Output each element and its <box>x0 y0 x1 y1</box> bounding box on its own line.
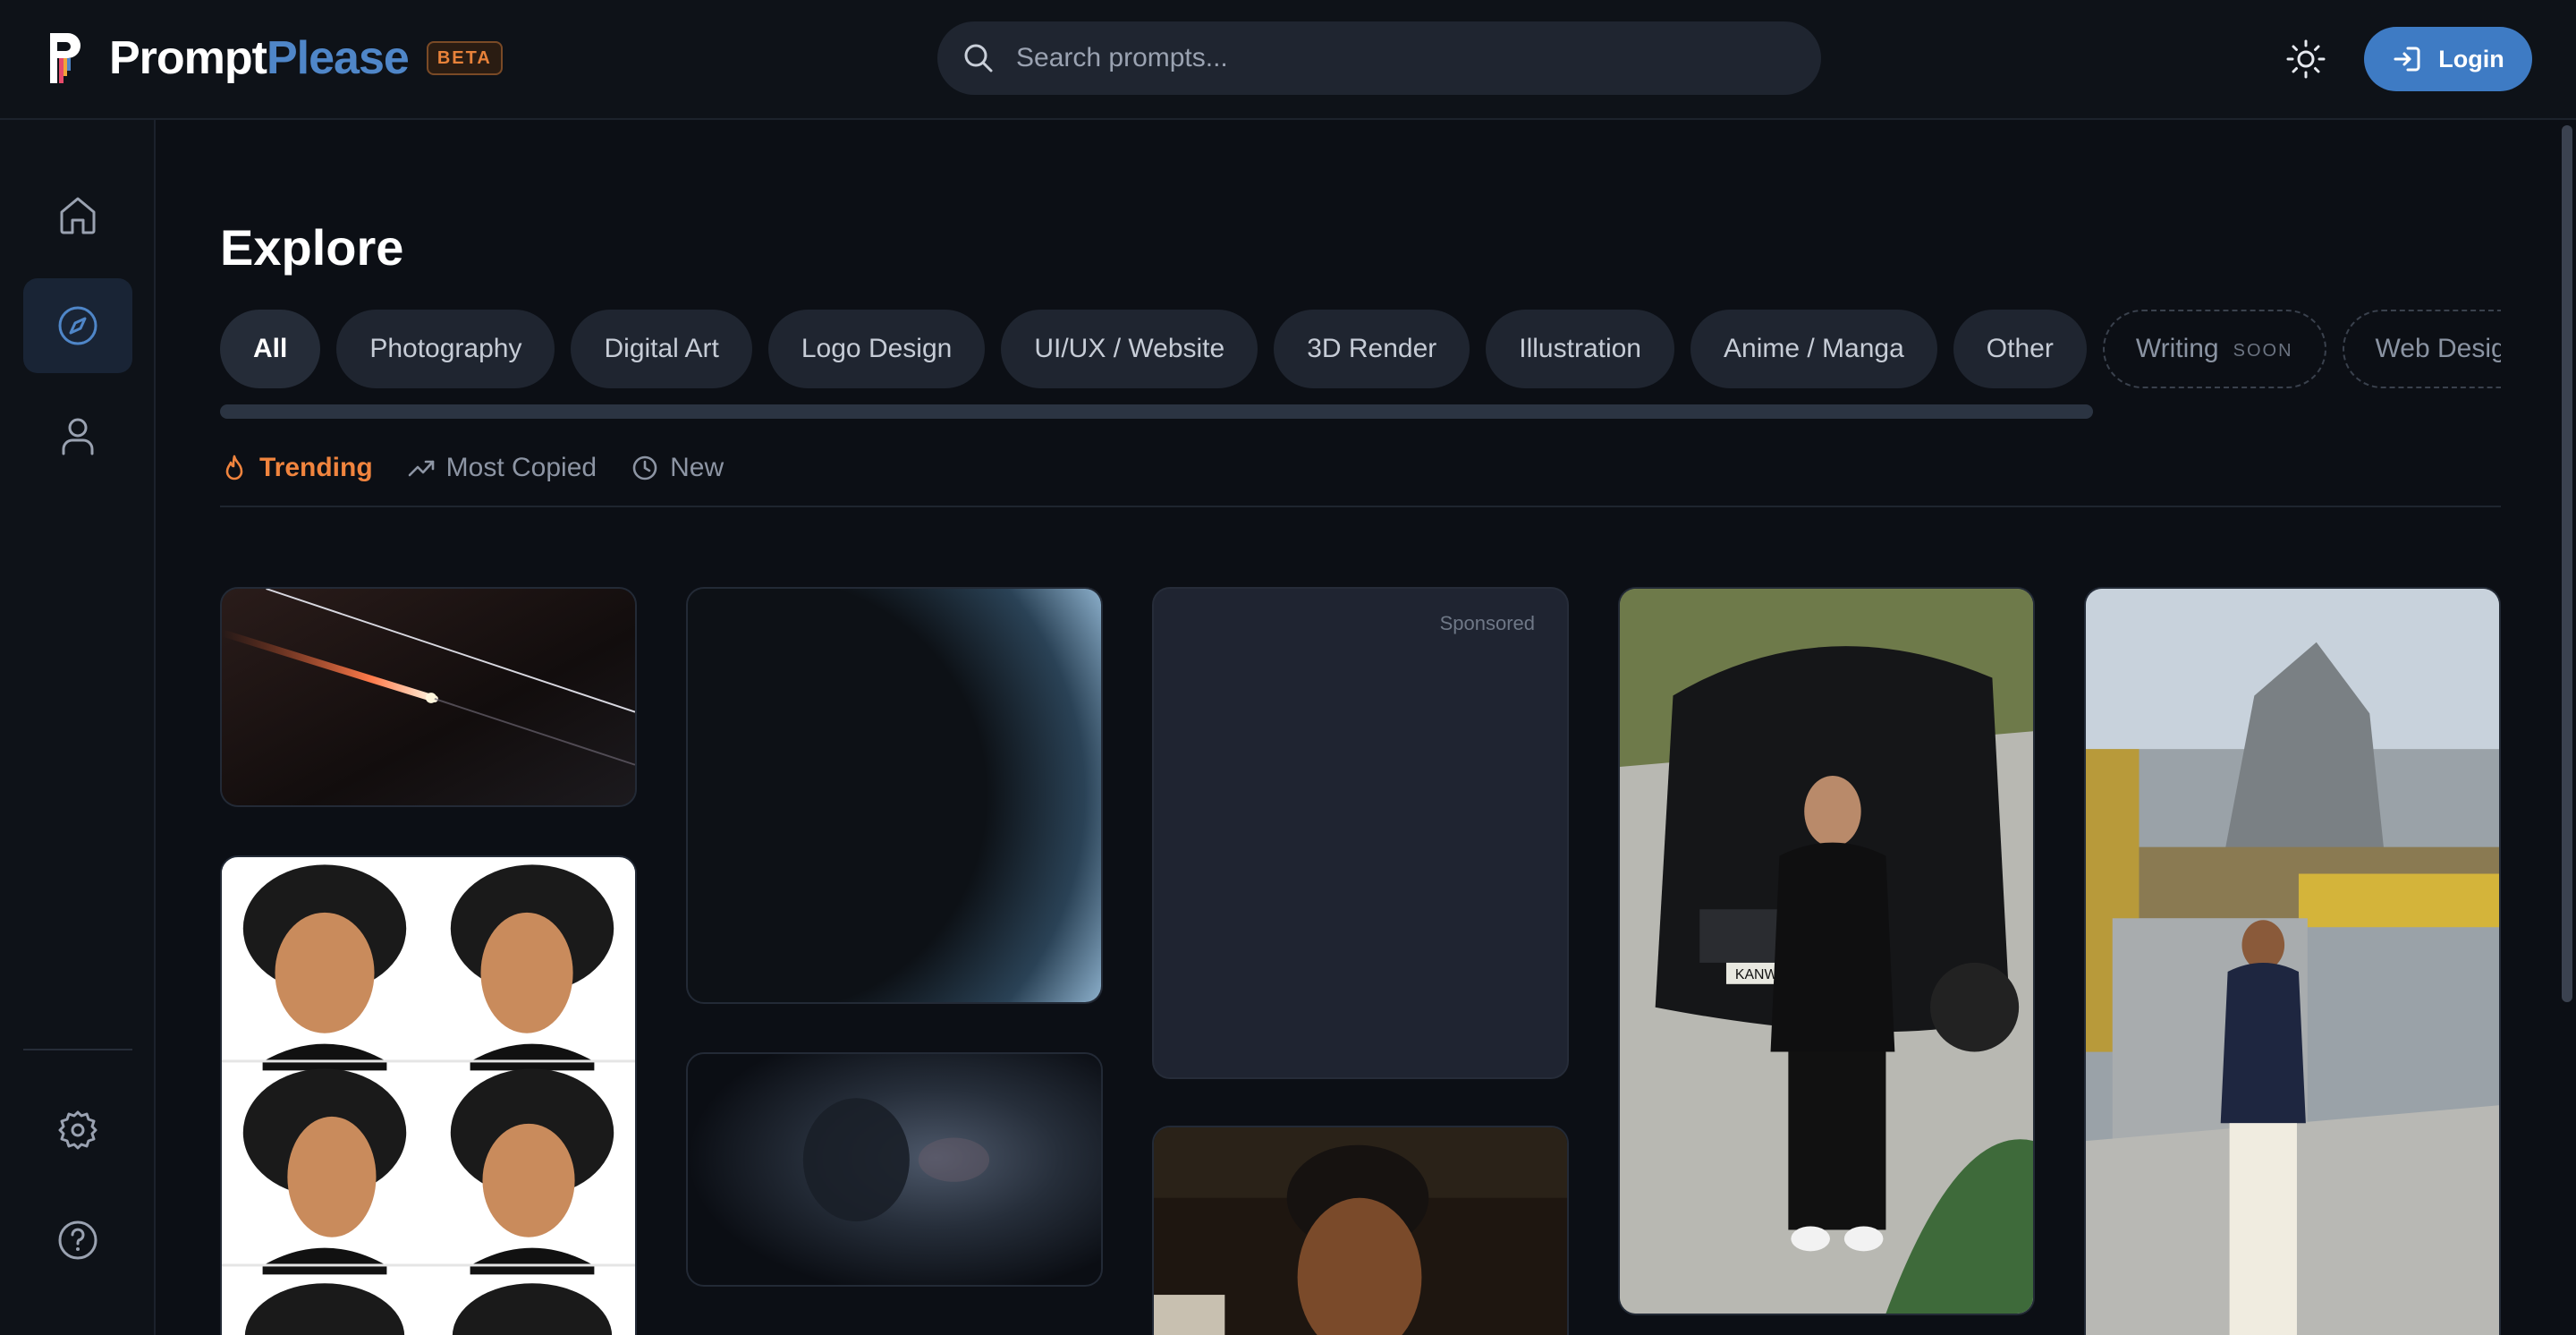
card-image <box>2086 589 2499 1335</box>
category-chip-photography[interactable]: Photography <box>336 310 555 388</box>
sponsored-label: Sponsored <box>1439 612 1535 634</box>
card-image: KANWALIYA <box>1620 589 2033 1314</box>
sidebar-item-home[interactable] <box>23 168 132 263</box>
prompt-card-dark-smoke[interactable] <box>686 1052 1103 1287</box>
login-icon <box>2394 47 2420 72</box>
help-icon <box>58 1220 97 1260</box>
card-image <box>688 1054 1101 1285</box>
category-chip-3d-render[interactable]: 3D Render <box>1274 310 1470 388</box>
search-icon <box>964 44 993 72</box>
theme-toggle-sun-icon[interactable] <box>2286 39 2326 79</box>
category-chip-writing[interactable]: Writing SOON <box>2102 310 2326 388</box>
category-chip-ui-ux-website[interactable]: UI/UX / Website <box>1001 310 1258 388</box>
sort-tab-new[interactable]: New <box>631 453 724 483</box>
user-icon <box>62 418 94 455</box>
prompt-card-character-sheet[interactable] <box>220 855 637 1335</box>
sidebar-item-profile[interactable] <box>23 388 132 483</box>
sort-tab-trending[interactable]: Trending <box>220 453 373 483</box>
card-image <box>222 589 635 805</box>
sidebar-divider <box>23 1049 132 1050</box>
gear-icon <box>58 1110 97 1150</box>
category-chip-web-design[interactable]: Web Design <box>2342 310 2501 388</box>
prompt-card-light-streak[interactable] <box>220 587 637 807</box>
search-input[interactable] <box>1016 43 1785 73</box>
category-scrollbar[interactable] <box>220 404 2093 419</box>
login-button[interactable]: Login <box>2364 27 2532 91</box>
category-chip-illustration[interactable]: Illustration <box>1486 310 1674 388</box>
trending-up-icon <box>408 460 434 477</box>
compass-icon <box>58 306 97 345</box>
login-label: Login <box>2438 45 2504 72</box>
logo-mark-icon <box>50 33 80 83</box>
sidebar-item-explore[interactable] <box>23 278 132 373</box>
sort-divider <box>220 506 2501 507</box>
prompt-card-portrait[interactable] <box>1152 1126 1569 1335</box>
sidebar-item-settings[interactable] <box>23 1083 132 1178</box>
sort-tabs: Trending Most Copied New <box>220 453 724 483</box>
category-chip-logo-design[interactable]: Logo Design <box>767 310 986 388</box>
sidebar-item-help[interactable] <box>23 1193 132 1288</box>
prompt-card-blue-gradient[interactable] <box>686 587 1103 1004</box>
category-chip-other[interactable]: Other <box>1953 310 2087 388</box>
sponsored-card[interactable]: Sponsored <box>1152 587 1569 1079</box>
soon-badge: SOON <box>2233 340 2293 361</box>
home-icon <box>60 197 96 234</box>
category-chips: All Photography Digital Art Logo Design … <box>220 310 2501 392</box>
sidebar <box>0 120 156 1335</box>
search-bar[interactable] <box>937 21 1821 95</box>
sort-tab-most-copied[interactable]: Most Copied <box>407 453 597 483</box>
category-chip-all[interactable]: All <box>220 310 321 388</box>
brand-name: PromptPlease <box>109 32 410 84</box>
top-header: PromptPlease BETA Login <box>0 0 2576 120</box>
category-chip-anime-manga[interactable]: Anime / Manga <box>1690 310 1937 388</box>
flame-icon <box>225 455 243 480</box>
prompt-card-temple-photo[interactable] <box>2084 587 2501 1335</box>
page-scrollbar[interactable] <box>2562 125 2572 1002</box>
card-image <box>688 589 1101 1002</box>
card-image <box>1154 1127 1567 1335</box>
category-chip-digital-art[interactable]: Digital Art <box>571 310 752 388</box>
clock-icon <box>632 455 657 480</box>
prompt-card-man-with-jeep[interactable]: KANWALIYA <box>1618 587 2035 1315</box>
beta-badge: BETA <box>426 41 503 75</box>
brand-logo[interactable]: PromptPlease BETA <box>47 27 503 89</box>
page-title: Explore <box>220 219 404 276</box>
card-image <box>222 857 635 1335</box>
